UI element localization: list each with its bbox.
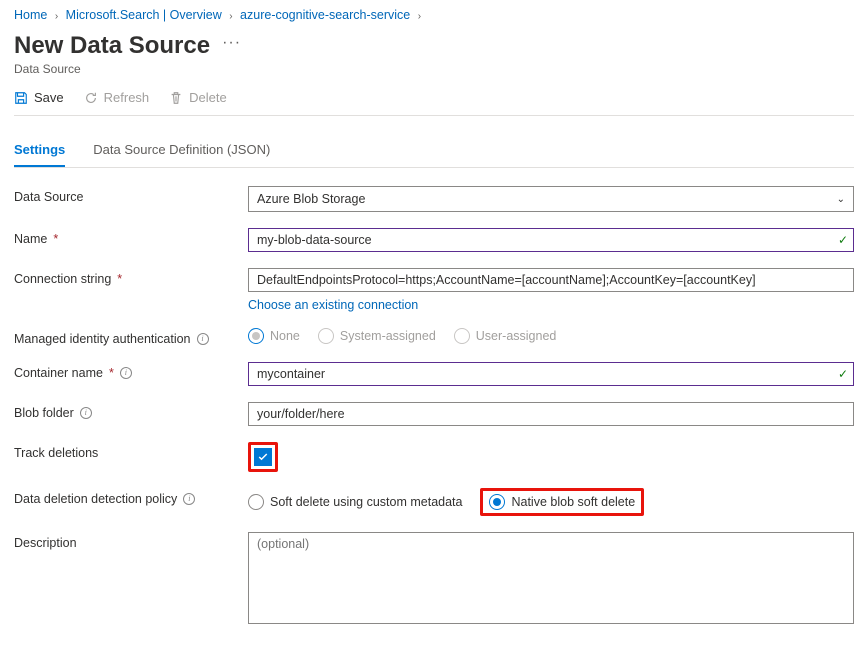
delete-icon	[169, 91, 183, 105]
page-subtitle: Data Source	[14, 62, 854, 76]
chevron-down-icon: ⌄	[837, 194, 845, 205]
chevron-right-icon: ›	[229, 11, 232, 22]
label-track-deletions: Track deletions	[14, 442, 248, 460]
form: Data Source Azure Blob Storage ⌄ Name* ✓…	[14, 186, 854, 627]
check-icon	[257, 451, 269, 463]
container-name-input[interactable]	[248, 362, 854, 386]
save-label: Save	[34, 90, 64, 105]
command-bar: Save Refresh Delete	[14, 90, 854, 116]
save-button[interactable]: Save	[14, 90, 64, 105]
radio-none: None	[248, 328, 300, 344]
tabs: Settings Data Source Definition (JSON)	[14, 136, 854, 168]
highlight-track-deletions	[248, 442, 278, 472]
data-source-value: Azure Blob Storage	[257, 192, 365, 206]
radio-user-assigned: User-assigned	[454, 328, 557, 344]
breadcrumb: Home › Microsoft.Search | Overview › azu…	[14, 0, 854, 26]
label-blob-folder: Blob folder i	[14, 402, 248, 420]
breadcrumb-search-overview[interactable]: Microsoft.Search | Overview	[66, 8, 222, 22]
info-icon[interactable]: i	[197, 333, 209, 345]
breadcrumb-home[interactable]: Home	[14, 8, 47, 22]
description-textarea[interactable]	[248, 532, 854, 624]
radio-native-soft-delete[interactable]: Native blob soft delete	[489, 494, 635, 510]
label-managed-identity: Managed identity authentication i	[14, 328, 248, 346]
connection-string-input[interactable]	[248, 268, 854, 292]
radio-soft-delete-custom[interactable]: Soft delete using custom metadata	[248, 494, 462, 510]
label-deletion-policy: Data deletion detection policy i	[14, 488, 248, 506]
chevron-right-icon: ›	[418, 11, 421, 22]
save-icon	[14, 91, 28, 105]
delete-button: Delete	[169, 90, 227, 105]
tab-settings[interactable]: Settings	[14, 136, 65, 167]
delete-label: Delete	[189, 90, 227, 105]
label-connection-string: Connection string*	[14, 268, 248, 286]
page-title: New Data Source	[14, 32, 210, 60]
info-icon[interactable]: i	[120, 367, 132, 379]
refresh-label: Refresh	[104, 90, 150, 105]
tab-json-definition[interactable]: Data Source Definition (JSON)	[93, 136, 270, 167]
chevron-right-icon: ›	[55, 11, 58, 22]
managed-identity-radiogroup: None System-assigned User-assigned	[248, 328, 854, 344]
refresh-icon	[84, 91, 98, 105]
label-description: Description	[14, 532, 248, 550]
choose-existing-connection-link[interactable]: Choose an existing connection	[248, 298, 418, 312]
more-actions-button[interactable]: ···	[222, 34, 241, 52]
info-icon[interactable]: i	[183, 493, 195, 505]
refresh-button: Refresh	[84, 90, 150, 105]
label-data-source: Data Source	[14, 186, 248, 204]
deletion-policy-radiogroup: Soft delete using custom metadata Native…	[248, 488, 854, 516]
label-container-name: Container name* i	[14, 362, 248, 380]
name-input[interactable]	[248, 228, 854, 252]
data-source-select[interactable]: Azure Blob Storage ⌄	[248, 186, 854, 212]
highlight-native-soft-delete: Native blob soft delete	[480, 488, 644, 516]
info-icon[interactable]: i	[80, 407, 92, 419]
breadcrumb-service[interactable]: azure-cognitive-search-service	[240, 8, 410, 22]
radio-system-assigned: System-assigned	[318, 328, 436, 344]
label-name: Name*	[14, 228, 248, 246]
blob-folder-input[interactable]	[248, 402, 854, 426]
track-deletions-checkbox[interactable]	[254, 448, 272, 466]
